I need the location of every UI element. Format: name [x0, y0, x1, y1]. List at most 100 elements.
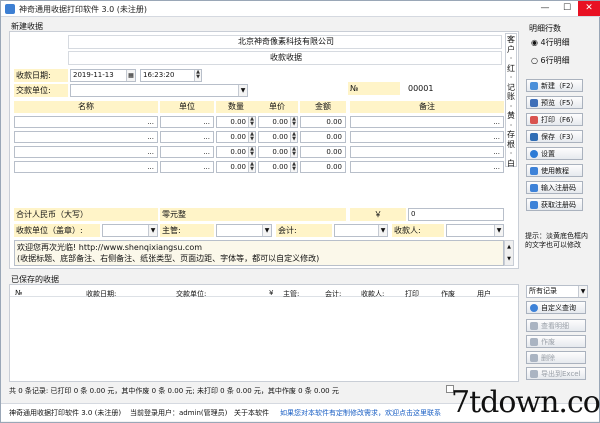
saved-col-date[interactable]: 收款日期: [86, 289, 116, 299]
chevron-down-icon[interactable]: ▼ [378, 225, 387, 236]
filter-select[interactable]: 所有记录 ▼ [526, 285, 588, 298]
spinner-icon[interactable]: ▲ ▼ [248, 117, 255, 127]
accountant-label[interactable]: 会计: [276, 224, 332, 237]
spinner-icon[interactable]: ▲ ▼ [248, 132, 255, 142]
about-link[interactable]: 关于本软件 [234, 408, 269, 418]
side-note-char: 根 [507, 139, 515, 149]
time-picker[interactable]: 16:23:20 ▲ ▼ [140, 69, 202, 82]
saved-col-void[interactable]: 作废 [441, 289, 455, 299]
row-amount-cell[interactable]: 0.00 [300, 131, 346, 143]
receiver-unit-input[interactable]: ▼ [102, 224, 158, 237]
row-qty-cell[interactable]: 0.00 ▲ ▼ [216, 116, 256, 128]
saved-col-supervisor[interactable]: 主管: [283, 289, 299, 299]
spinner-icon[interactable]: ▲ ▼ [290, 162, 297, 172]
doc-title-field[interactable]: 收款收据 [68, 51, 502, 65]
chevron-down-icon[interactable]: ▼ [578, 286, 587, 297]
saved-col-amount[interactable]: ¥ [269, 289, 273, 297]
side-note-char: · [509, 149, 513, 158]
radio-4-rows[interactable]: ◉ 4行明细 [531, 37, 570, 48]
maximize-button[interactable]: ☐ [556, 1, 578, 16]
row-amount-cell[interactable]: 0.00 [300, 146, 346, 158]
footer-note-textarea[interactable]: 欢迎您再次光临! http://www.shenqixiangsu.com (收… [14, 240, 504, 266]
payer-input[interactable]: ▼ [70, 84, 248, 97]
row-name-cell[interactable]: ... [14, 116, 158, 128]
tutorial-button[interactable]: 使用教程 [526, 164, 583, 177]
saved-col-payer[interactable]: 交款单位: [176, 289, 206, 299]
cashier-label[interactable]: 收款人: [392, 224, 444, 237]
custom-query-button[interactable]: 自定义查询 [526, 301, 586, 314]
accountant-input[interactable]: ▼ [334, 224, 388, 237]
saved-col-print[interactable]: 打印 [405, 289, 419, 299]
spinner-icon[interactable]: ▲ ▼ [290, 132, 297, 142]
chevron-down-icon[interactable]: ▼ [262, 225, 271, 236]
spinner-icon[interactable]: ▲ ▼ [248, 147, 255, 157]
supervisor-label[interactable]: 主管: [160, 224, 214, 237]
yen-label[interactable]: ￥ [350, 208, 406, 221]
time-value: 16:23:20 [143, 71, 175, 79]
receiver-unit-label[interactable]: 收款单位（盖章）: [14, 224, 100, 237]
void-icon [530, 338, 538, 346]
side-note-vertical[interactable]: 客 户 · 红 · 记 账 · 黄 · 存 根 · 白 [505, 33, 517, 168]
export-excel-button[interactable]: 导出到Excel [526, 367, 586, 380]
row-name-cell[interactable]: ... [14, 131, 158, 143]
spinner-icon[interactable]: ▲ ▼ [248, 162, 255, 172]
saved-col-cashier[interactable]: 收款人: [361, 289, 384, 299]
row-note-cell[interactable]: ... [350, 161, 504, 173]
row-name-cell[interactable]: ... [14, 146, 158, 158]
view-detail-button[interactable]: 查看明细 [526, 319, 586, 332]
row-note-cell[interactable]: ... [350, 131, 504, 143]
payer-label[interactable]: 交款单位: [14, 84, 68, 97]
time-spinner-icon[interactable]: ▲ ▼ [194, 70, 201, 81]
radio-6-rows[interactable]: ○ 6行明细 [531, 55, 570, 66]
date-label[interactable]: 收款日期: [14, 69, 68, 82]
delete-button[interactable]: 删除 [526, 351, 586, 364]
row-name-cell[interactable]: ... [14, 161, 158, 173]
chevron-down-icon[interactable]: ▼ [238, 85, 247, 96]
row-unit-cell[interactable]: ... [160, 146, 214, 158]
row-unit-cell[interactable]: ... [160, 116, 214, 128]
minimize-button[interactable]: — [534, 1, 556, 16]
date-picker[interactable]: 2019-11-13 ▦ [70, 69, 136, 82]
row-price-cell[interactable]: 0.00 ▲ ▼ [258, 131, 298, 143]
row-unit-cell[interactable]: ... [160, 161, 214, 173]
gear-icon [530, 150, 538, 158]
textarea-scrollbar[interactable]: ▲ ▼ [504, 240, 514, 266]
save-button[interactable]: 保存（F3） [526, 130, 583, 143]
row-note-cell[interactable]: ... [350, 146, 504, 158]
delete-icon [530, 354, 538, 362]
cashier-input[interactable]: ▼ [446, 224, 504, 237]
chevron-down-icon[interactable]: ▼ [494, 225, 503, 236]
preview-button[interactable]: 预览（F5） [526, 96, 583, 109]
company-field[interactable]: 北京神奇像素科技有限公司 [68, 35, 502, 49]
row-price-cell[interactable]: 0.00 ▲ ▼ [258, 161, 298, 173]
total-value-field[interactable]: 0 [408, 208, 504, 221]
row-note-cell[interactable]: ... [350, 116, 504, 128]
settings-button[interactable]: 设置 [526, 147, 583, 160]
row-amount-cell[interactable]: 0.00 [300, 161, 346, 173]
chevron-down-icon[interactable]: ▼ [148, 225, 157, 236]
row-price-cell[interactable]: 0.00 ▲ ▼ [258, 116, 298, 128]
total-cn-label[interactable]: 合计人民币（大写） [14, 208, 158, 221]
new-button[interactable]: 新建（F2） [526, 79, 583, 92]
print-button[interactable]: 打印（F6） [526, 113, 583, 126]
row-qty-cell[interactable]: 0.00 ▲ ▼ [216, 161, 256, 173]
row-amount-cell[interactable]: 0.00 [300, 116, 346, 128]
row-price-cell[interactable]: 0.00 ▲ ▼ [258, 146, 298, 158]
supervisor-input[interactable]: ▼ [216, 224, 272, 237]
row-unit-cell[interactable]: ... [160, 131, 214, 143]
calendar-icon[interactable]: ▦ [126, 70, 135, 81]
saved-col-no[interactable]: № [15, 289, 22, 297]
saved-col-user[interactable]: 用户 [477, 289, 491, 299]
close-button[interactable]: ✕ [578, 1, 600, 16]
no-label[interactable]: № [348, 82, 400, 95]
saved-col-accountant[interactable]: 会计: [325, 289, 341, 299]
enter-key-button[interactable]: 输入注册码 [526, 181, 583, 194]
row-qty-cell[interactable]: 0.00 ▲ ▼ [216, 146, 256, 158]
contact-link[interactable]: 如果您对本软件有定制修改需求，欢迎点击这里联系 [280, 408, 441, 418]
void-button[interactable]: 作废 [526, 335, 586, 348]
row-qty-cell[interactable]: 0.00 ▲ ▼ [216, 131, 256, 143]
spinner-icon[interactable]: ▲ ▼ [290, 117, 297, 127]
get-key-button[interactable]: 获取注册码 [526, 198, 583, 211]
spinner-icon[interactable]: ▲ ▼ [290, 147, 297, 157]
side-note-char: 黄 [507, 111, 515, 120]
